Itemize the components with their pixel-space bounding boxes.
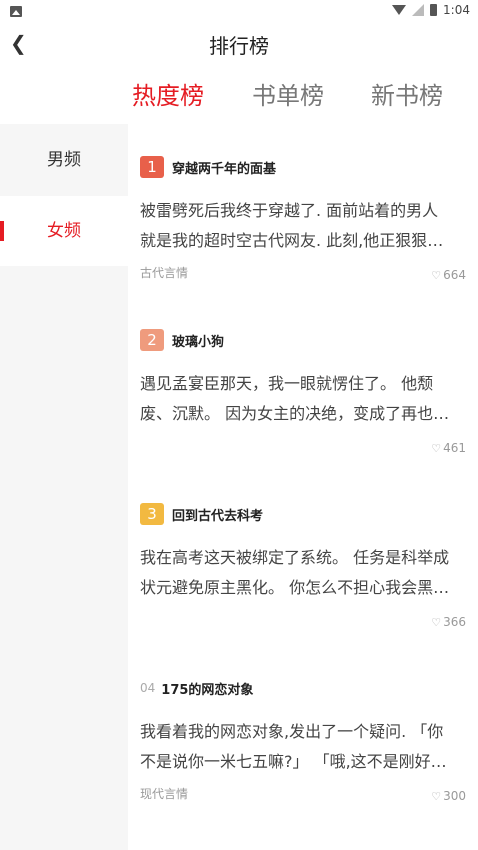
rank-badge: 1 <box>140 156 164 178</box>
description-line: 我看着我的网恋对象,发出了一个疑问. 「你 <box>140 722 444 741</box>
top-bar: ❮ 排行榜 <box>0 24 478 64</box>
description-line: 被雷劈死后我终于穿越了. 面前站着的男人 <box>140 201 439 220</box>
heart-icon: ♡ <box>431 441 442 455</box>
description-line: 不是说你一米七五嘛?」 「哦,这不是刚好… <box>140 752 447 771</box>
like-count-value: 664 <box>443 268 466 282</box>
sidebar-item-female[interactable]: 女频 <box>0 196 128 266</box>
book-description: 遇见孟宴臣那天，我一眼就愣住了。 他颓 废、沉默。 因为女主的决绝，变成了再也… <box>140 369 466 429</box>
status-bar: 1:04 <box>0 0 478 24</box>
gallery-notification-icon <box>10 6 22 17</box>
rank-badge: 2 <box>140 329 164 351</box>
page-title: 排行榜 <box>209 34 269 58</box>
book-title[interactable]: 穿越两千年的面基 <box>172 158 276 177</box>
book-ranking-list: 1 穿越两千年的面基 被雷劈死后我终于穿越了. 面前站着的男人 就是我的超时空古… <box>128 124 478 850</box>
ranking-tabs: 热度榜 书单榜 新书榜 <box>0 76 478 116</box>
like-count-value: 300 <box>443 789 466 803</box>
book-header: 1 穿越两千年的面基 <box>140 156 276 178</box>
status-time: 1:04 <box>443 3 470 17</box>
heart-icon: ♡ <box>431 615 442 629</box>
book-title[interactable]: 玻璃小狗 <box>172 331 224 350</box>
wifi-icon <box>392 5 407 15</box>
battery-icon <box>430 4 438 16</box>
description-line: 废、沉默。 因为女主的决绝，变成了再也… <box>140 404 450 423</box>
book-description: 被雷劈死后我终于穿越了. 面前站着的男人 就是我的超时空古代网友. 此刻,他正狠… <box>140 196 466 256</box>
like-count-value: 366 <box>443 615 466 629</box>
book-description: 我在高考这天被绑定了系统。 任务是科举成 状元避免原主黑化。 你怎么不担心我会黑… <box>140 543 466 603</box>
like-count: ♡ 461 <box>431 441 466 455</box>
description-line: 遇见孟宴臣那天，我一眼就愣住了。 他颓 <box>140 374 434 393</box>
like-count-value: 461 <box>443 441 466 455</box>
book-title[interactable]: 175的网恋对象 <box>161 679 253 698</box>
rank-number: 04 <box>140 681 156 695</box>
tab-hot-ranking[interactable]: 热度榜 <box>132 76 204 111</box>
sidebar-item-label: 女频 <box>47 221 81 241</box>
like-count: ♡ 664 <box>431 268 466 282</box>
like-count: ♡ 366 <box>431 615 466 629</box>
signal-icon <box>412 4 425 16</box>
active-indicator <box>0 221 4 241</box>
tab-booklist-ranking[interactable]: 书单榜 <box>252 76 324 111</box>
description-line: 我在高考这天被绑定了系统。 任务是科举成 <box>140 548 450 567</box>
category-sidebar: 男频 女频 <box>0 124 128 850</box>
description-line: 状元避免原主黑化。 你怎么不担心我会黑… <box>140 578 450 597</box>
genre-tag: 古代言情 <box>140 266 189 280</box>
book-title[interactable]: 回到古代去科考 <box>172 505 263 524</box>
sidebar-item-male[interactable]: 男频 <box>0 125 128 195</box>
rank-badge: 3 <box>140 503 164 525</box>
heart-icon: ♡ <box>431 789 442 803</box>
heart-icon: ♡ <box>431 268 442 282</box>
sidebar-item-label: 男频 <box>47 150 81 170</box>
book-description: 我看着我的网恋对象,发出了一个疑问. 「你 不是说你一米七五嘛?」 「哦,这不是… <box>140 717 466 777</box>
tab-new-book-ranking[interactable]: 新书榜 <box>371 76 443 111</box>
book-header: 3 回到古代去科考 <box>140 503 263 525</box>
status-icons: 1:04 <box>392 3 470 17</box>
book-header: 04 175的网恋对象 <box>140 677 253 699</box>
like-count: ♡ 300 <box>431 789 466 803</box>
description-line: 就是我的超时空古代网友. 此刻,他正狠狠… <box>140 231 444 250</box>
genre-tag: 现代言情 <box>140 787 189 801</box>
book-header: 2 玻璃小狗 <box>140 329 224 351</box>
